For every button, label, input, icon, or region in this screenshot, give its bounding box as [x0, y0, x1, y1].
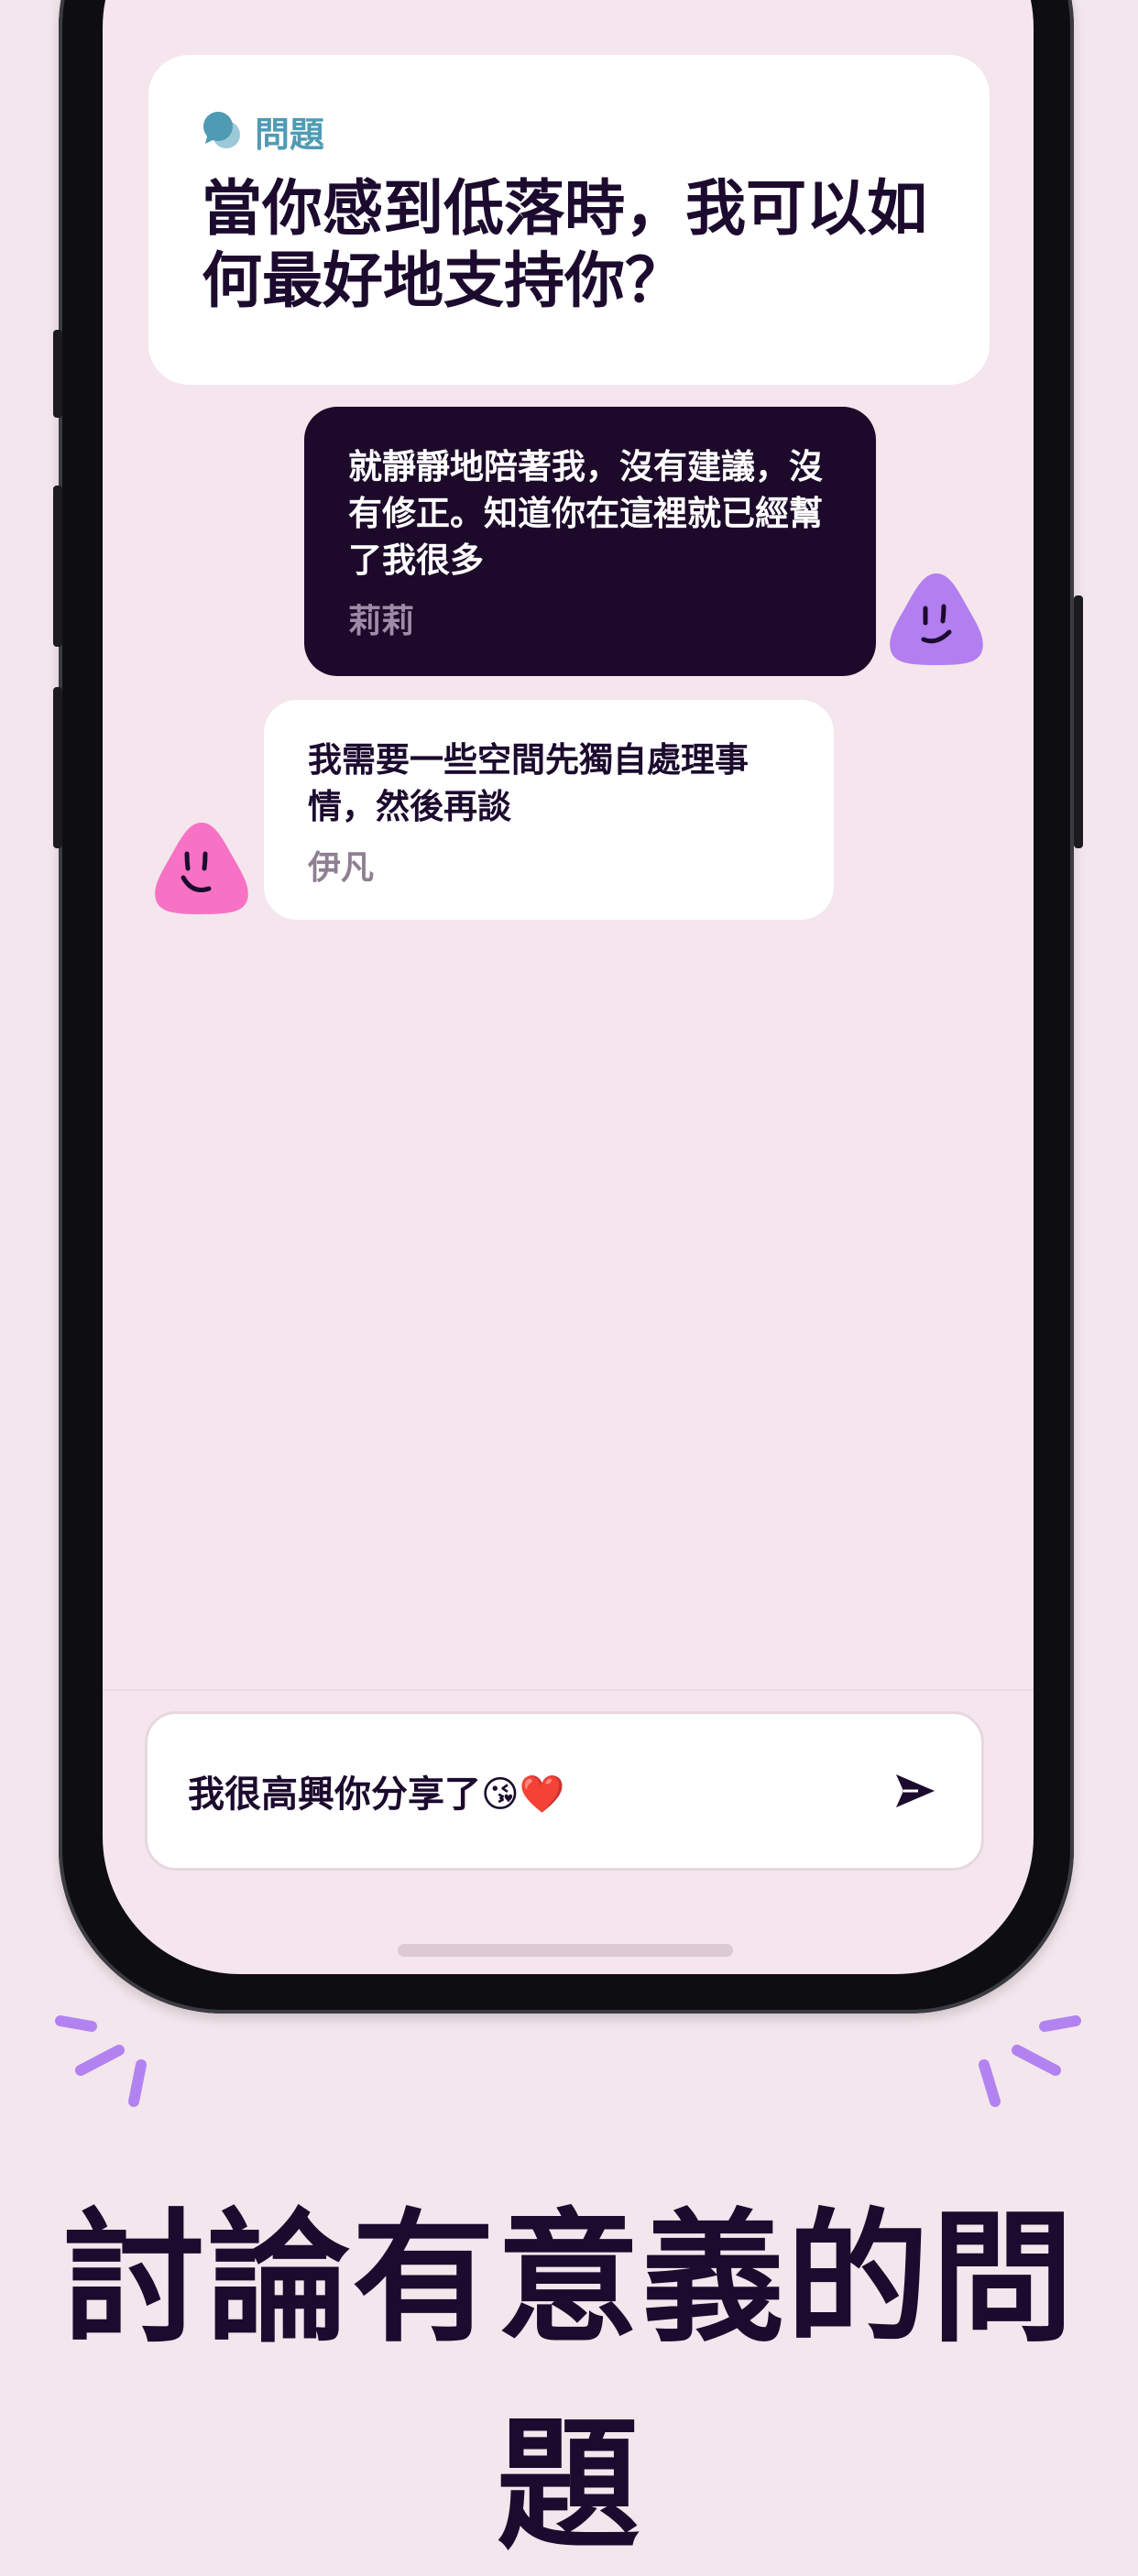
question-tag-label: 問題: [255, 115, 325, 155]
message-input-text[interactable]: 我很高興你分享了😘❤️: [188, 1764, 890, 1817]
home-indicator: [398, 1944, 733, 1957]
phone-side-button: [53, 330, 62, 418]
message-bubble: 我需要一些空間先獨自處理事情，然後再談 伊凡: [264, 700, 834, 920]
question-title: 當你感到低落時，我可以如何最好地支持你？: [202, 173, 927, 317]
message-text: 我需要一些空間先獨自處理事情，然後再談: [308, 740, 749, 827]
question-tag: 問題: [202, 106, 324, 157]
pink-smiley-icon: [148, 817, 255, 916]
headline: 討論有意義的問題: [62, 2195, 1076, 2569]
phone-screen: 問題 當你感到低落時，我可以如何最好地支持你？ 就靜靜地陪著我，沒有建議，沒有修…: [103, 0, 1034, 1974]
sparkle-left-icon: [55, 2012, 165, 2125]
message-author: 莉莉: [348, 603, 415, 641]
send-icon[interactable]: [890, 1765, 941, 1817]
phone-volume-up-button: [53, 486, 62, 647]
phone-power-button: [1074, 595, 1083, 848]
message-bubble: 就靜靜地陪著我，沒有建議，沒有修正。知道你在這裡就已經幫了我很多 莉莉: [304, 407, 876, 676]
sparkle-right-icon: [971, 2012, 1081, 2125]
chat-bubbles-icon: [202, 109, 244, 155]
message-author: 伊凡: [308, 849, 375, 888]
message-input[interactable]: 我很高興你分享了😘❤️: [145, 1711, 984, 1871]
input-divider: [103, 1689, 1034, 1691]
phone-volume-down-button: [53, 687, 62, 848]
message-text: 就靜靜地陪著我，沒有建議，沒有修正。知道你在這裡就已經幫了我很多: [348, 447, 823, 581]
question-card: 問題 當你感到低落時，我可以如何最好地支持你？: [148, 55, 990, 385]
purple-smiley-icon: [883, 568, 990, 667]
